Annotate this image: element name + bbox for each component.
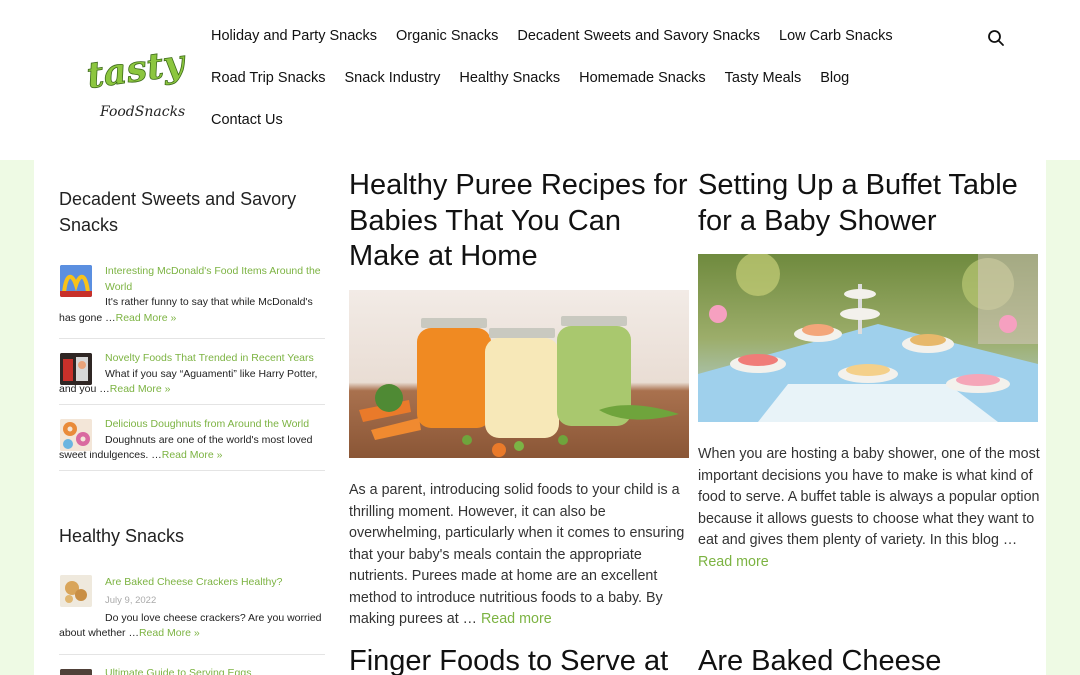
nav-row-3: Contact Us (211, 112, 971, 154)
post-excerpt: As a parent, introducing solid foods to … (349, 482, 685, 627)
baby-puree-image[interactable] (349, 290, 689, 458)
nav-item-tasty-meals[interactable]: Tasty Meals (725, 70, 802, 86)
doughnuts-thumbnail[interactable] (60, 419, 92, 451)
widget-post-date: July 9, 2022 (105, 594, 157, 606)
nav-item-snack-industry[interactable]: Snack Industry (344, 70, 440, 86)
nav-item-low-carb-snacks[interactable]: Low Carb Snacks (779, 28, 893, 44)
mcdonalds-thumbnail[interactable] (60, 265, 92, 297)
widget-post-excerpt: It's rather funny to say that while McDo… (59, 296, 313, 324)
widget-post-excerpt: What if you say “Aguamenti” like Harry P… (59, 367, 318, 396)
post-title[interactable]: Are Baked Cheese (698, 644, 1040, 675)
widget-title-healthy: Healthy Snacks (59, 526, 185, 546)
nav-item-homemade-snacks[interactable]: Homemade Snacks (579, 70, 706, 86)
list-item: Interesting McDonald's Food Items Around… (59, 264, 325, 339)
nav-row-1: Holiday and Party Snacks Organic Snacks … (211, 28, 971, 70)
site-logo[interactable]: tasty FoodSnacks (82, 40, 197, 125)
list-item: Are Baked Cheese Crackers Healthy? July … (59, 575, 325, 655)
sidebar: Decadent Sweets and Savory Snacks Intere… (59, 186, 325, 675)
read-more-link[interactable]: Read more (698, 554, 769, 570)
widget-list-healthy: Are Baked Cheese Crackers Healthy? July … (59, 575, 325, 675)
read-more-link[interactable]: Read More » (110, 383, 171, 395)
logo-text-bottom: FoodSnacks (99, 104, 185, 120)
widget-post-link[interactable]: Interesting McDonald's Food Items Around… (105, 264, 325, 295)
post-title[interactable]: Finger Foods to Serve at (349, 644, 691, 675)
nav-item-holiday-party-snacks[interactable]: Holiday and Party Snacks (211, 28, 377, 44)
widget-post-link[interactable]: Delicious Doughnuts from Around the Worl… (105, 417, 325, 433)
read-more-link[interactable]: Read more (481, 611, 552, 627)
search-icon[interactable] (987, 29, 1005, 47)
cheese-crackers-thumbnail[interactable] (60, 575, 92, 607)
widget-title-decadent: Decadent Sweets and Savory Snacks (59, 189, 297, 235)
post-card-baked-cheese: Are Baked Cheese (698, 644, 1040, 675)
list-item: Delicious Doughnuts from Around the Worl… (59, 405, 325, 471)
post-card-finger-foods: Finger Foods to Serve at (349, 644, 691, 675)
list-item: Ultimate Guide to Serving Eggs (59, 655, 325, 675)
read-more-link[interactable]: Read More » (116, 312, 177, 324)
read-more-link[interactable]: Read More » (162, 449, 223, 461)
read-more-link[interactable]: Read More » (139, 627, 200, 639)
widget-post-link[interactable]: Are Baked Cheese Crackers Healthy? (105, 575, 325, 591)
logo-text-top: tasty (84, 42, 189, 97)
post-title[interactable]: Setting Up a Buffet Table for a Baby Sho… (698, 168, 1040, 239)
widget-list-decadent: Interesting McDonald's Food Items Around… (59, 264, 325, 471)
nav-item-decadent-sweets[interactable]: Decadent Sweets and Savory Snacks (517, 28, 760, 44)
post-card-baby-puree: Healthy Puree Recipes for Babies That Yo… (349, 168, 691, 627)
main-content: Decadent Sweets and Savory Snacks Intere… (34, 160, 1046, 675)
main-nav: Holiday and Party Snacks Organic Snacks … (211, 28, 971, 154)
nav-item-healthy-snacks[interactable]: Healthy Snacks (459, 70, 560, 86)
buffet-table-image[interactable] (698, 254, 1038, 422)
site-header: tasty FoodSnacks Holiday and Party Snack… (0, 0, 1080, 160)
post-title[interactable]: Healthy Puree Recipes for Babies That Yo… (349, 168, 691, 275)
nav-item-blog[interactable]: Blog (820, 70, 849, 86)
nav-item-road-trip-snacks[interactable]: Road Trip Snacks (211, 70, 325, 86)
widget-post-link[interactable]: Ultimate Guide to Serving Eggs (105, 666, 325, 675)
post-card-buffet-table: Setting Up a Buffet Table for a Baby Sho… (698, 168, 1040, 570)
novelty-foods-thumbnail[interactable] (60, 353, 92, 385)
list-item: Novelty Foods That Trended in Recent Yea… (59, 339, 325, 405)
nav-row-2: Road Trip Snacks Snack Industry Healthy … (211, 70, 971, 112)
eggs-thumbnail[interactable] (60, 669, 92, 675)
nav-item-contact-us[interactable]: Contact Us (211, 112, 283, 128)
post-excerpt: When you are hosting a baby shower, one … (698, 446, 1040, 548)
nav-item-organic-snacks[interactable]: Organic Snacks (396, 28, 498, 44)
widget-post-link[interactable]: Novelty Foods That Trended in Recent Yea… (105, 351, 325, 367)
